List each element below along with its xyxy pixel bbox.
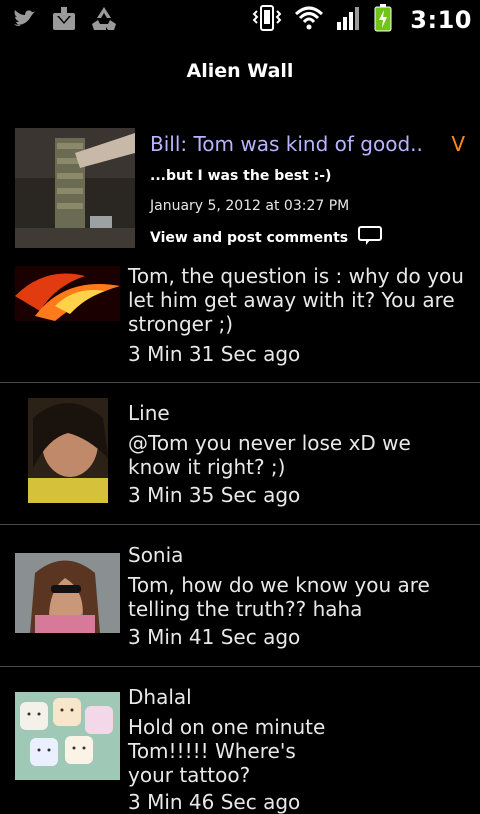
comment-time: 3 Min 31 Sec ago	[128, 342, 301, 366]
comment-time: 3 Min 46 Sec ago	[128, 790, 301, 814]
recycle-icon	[90, 6, 118, 36]
comment-time: 3 Min 41 Sec ago	[128, 625, 301, 649]
battery-charging-icon	[374, 4, 392, 36]
post-subtitle: ...but I was the best :-)	[150, 168, 332, 184]
view-comments-label: View and post comments	[150, 230, 349, 246]
avatar	[15, 553, 120, 633]
comment-author[interactable]: Line	[128, 401, 170, 425]
comment-text: Tom, how do we know you are telling the …	[128, 573, 430, 621]
comment-author[interactable]: Dhalal	[128, 685, 192, 709]
comment-item[interactable]: Tom, the question is : why do you let hi…	[0, 258, 480, 383]
status-time: 3:10	[410, 6, 472, 34]
comment-item[interactable]: Sonia Tom, how do we know you are tellin…	[0, 525, 480, 667]
post-date: January 5, 2012 at 03:27 PM	[150, 198, 350, 214]
comment-text: Hold on one minute Tom!!!!! Where's your…	[128, 715, 326, 787]
comment-item[interactable]: Line @Tom you never lose xD we know it r…	[0, 383, 480, 525]
wall-post[interactable]: Bill: Tom was kind of good.. V ...but I …	[15, 128, 480, 250]
comment-author[interactable]: Sonia	[128, 543, 183, 567]
twitter-icon	[12, 8, 38, 34]
comment-item[interactable]: Dhalal Hold on one minute Tom!!!!! Where…	[0, 667, 480, 814]
comment-text: @Tom you never lose xD we know it right?…	[128, 431, 411, 479]
comment-text: Tom, the question is : why do you let hi…	[128, 264, 464, 336]
post-title[interactable]: Bill: Tom was kind of good..	[150, 132, 423, 156]
post-marker[interactable]: V	[451, 132, 465, 156]
post-photo	[15, 128, 135, 248]
status-bar: 3:10	[0, 0, 480, 38]
avatar	[28, 398, 108, 503]
view-comments-link[interactable]: View and post comments	[150, 226, 383, 250]
avatar	[15, 692, 120, 780]
page-title: Alien Wall	[186, 60, 294, 82]
avatar	[15, 266, 120, 321]
wifi-icon	[294, 6, 324, 34]
status-left-icons	[12, 6, 118, 36]
status-right-icons: 3:10	[252, 4, 472, 36]
comment-time: 3 Min 35 Sec ago	[128, 483, 301, 507]
vibrate-icon	[252, 5, 282, 35]
download-icon	[52, 7, 76, 35]
signal-icon	[336, 6, 362, 34]
comment-bubble-icon	[358, 226, 383, 250]
